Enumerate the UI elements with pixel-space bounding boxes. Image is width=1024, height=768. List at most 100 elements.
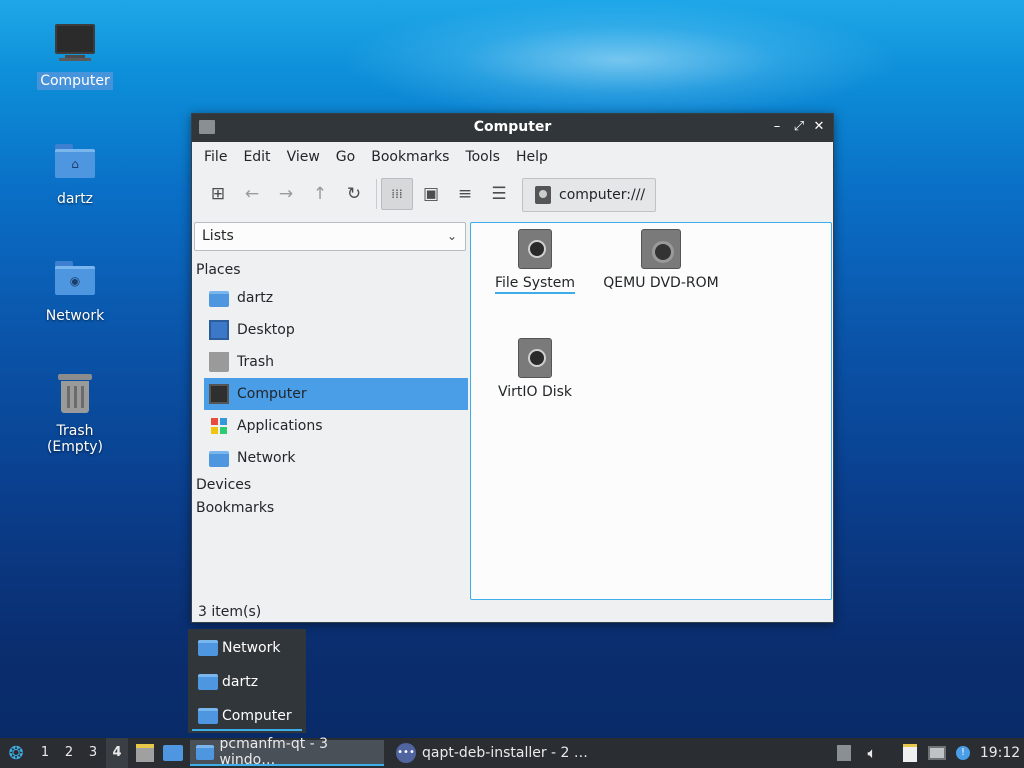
show-desktop-icon xyxy=(163,745,183,761)
menu-edit[interactable]: Edit xyxy=(235,149,278,165)
popup-item-network[interactable]: Network xyxy=(198,637,280,659)
folder-icon xyxy=(198,674,218,690)
sidebar-item-trash[interactable]: Trash xyxy=(204,346,468,378)
forward-button[interactable]: → xyxy=(270,178,302,210)
network-folder-icon: ◉ xyxy=(51,257,99,301)
icon-view-button[interactable]: ⁞⁞⁞ xyxy=(381,178,413,210)
path-text: computer:/// xyxy=(559,187,646,203)
sidebar-item-label: dartz xyxy=(237,290,274,306)
clipboard-button[interactable] xyxy=(900,738,920,768)
section-devices[interactable]: Devices xyxy=(196,477,251,493)
file-item-virtio-disk[interactable]: VirtIO Disk xyxy=(475,338,595,400)
notification-icon: ! xyxy=(956,746,970,760)
notification-button[interactable]: ! xyxy=(952,738,974,768)
new-tab-button[interactable]: ⊞ xyxy=(202,178,234,210)
task-pcmanfm[interactable]: pcmanfm-qt - 3 windo… xyxy=(190,736,384,768)
optical-drive-icon xyxy=(641,229,681,269)
reload-icon: ↻ xyxy=(346,184,362,204)
desktop-switch-4[interactable]: 4 xyxy=(106,738,128,768)
up-button[interactable]: ↑ xyxy=(304,178,336,210)
maximize-button[interactable]: ⤢ xyxy=(790,118,808,136)
desktop-switch-2[interactable]: 2 xyxy=(58,738,80,768)
menu-bar: File Edit View Go Bookmarks Tools Help xyxy=(192,142,833,172)
home-folder-icon xyxy=(209,291,229,307)
menu-tools[interactable]: Tools xyxy=(457,149,508,165)
active-item-indicator xyxy=(192,729,302,731)
sidebar-item-label: Desktop xyxy=(237,322,295,338)
volume-button[interactable]: 🔈︎ xyxy=(862,738,882,768)
sidebar-item-network[interactable]: Network xyxy=(204,442,468,474)
desktop-icon-trash[interactable]: Trash (Empty) xyxy=(25,372,125,456)
file-item-qemu-dvd-rom[interactable]: QEMU DVD-ROM xyxy=(601,229,721,291)
menu-file[interactable]: File xyxy=(196,149,235,165)
compact-view-button[interactable]: ≡ xyxy=(449,178,481,210)
start-menu-button[interactable]: ❂ xyxy=(4,738,28,768)
sidebar-item-label: Applications xyxy=(237,418,323,434)
desktop-icon-label: Trash (Empty) xyxy=(46,423,104,455)
quicklaunch-file-manager[interactable] xyxy=(134,738,156,768)
desktop-icon-dartz[interactable]: ⌂ dartz xyxy=(25,140,125,208)
tray-expand-button[interactable] xyxy=(836,738,852,768)
image-icon: ▣ xyxy=(422,184,440,204)
desktop-switch-1[interactable]: 1 xyxy=(34,738,56,768)
file-item-file-system[interactable]: File System xyxy=(475,229,595,294)
sidebar-item-label: Trash xyxy=(237,354,274,370)
menu-help[interactable]: Help xyxy=(508,149,556,165)
menu-bookmarks[interactable]: Bookmarks xyxy=(363,149,457,165)
folder-icon xyxy=(198,640,218,656)
menu-go[interactable]: Go xyxy=(328,149,363,165)
drive-icon xyxy=(535,186,551,204)
desktop-icon xyxy=(209,320,229,340)
sidebar-item-applications[interactable]: Applications xyxy=(204,410,468,442)
window-content: Lists ⌄ Places dartz Desktop Trash Compu… xyxy=(192,222,833,600)
file-cabinet-icon xyxy=(136,744,154,762)
file-view[interactable]: File System QEMU DVD-ROM VirtIO Disk xyxy=(470,222,832,600)
popup-item-dartz[interactable]: dartz xyxy=(198,671,258,693)
desktop-icon-label: Computer xyxy=(37,72,113,90)
home-folder-icon: ⌂ xyxy=(51,140,99,184)
sidebar-item-dartz[interactable]: dartz xyxy=(204,282,468,314)
new-tab-icon: ⊞ xyxy=(210,184,226,204)
path-bar[interactable]: computer:/// xyxy=(522,178,656,212)
sidebar-item-desktop[interactable]: Desktop xyxy=(204,314,468,346)
detailed-list-view-button[interactable]: ☰ xyxy=(483,178,515,210)
close-button[interactable]: ✕ xyxy=(810,118,828,136)
sidebar-item-computer[interactable]: Computer xyxy=(204,378,468,410)
desktop-switch-3[interactable]: 3 xyxy=(82,738,104,768)
reload-button[interactable]: ↻ xyxy=(338,178,370,210)
computer-icon xyxy=(51,22,99,66)
section-bookmarks[interactable]: Bookmarks xyxy=(196,500,274,516)
network-status-button[interactable] xyxy=(926,738,948,768)
taskbar: ❂ 1 2 3 4 pcmanfm-qt - 3 windo… ••• qapt… xyxy=(0,736,1024,768)
clock[interactable]: 19:12 xyxy=(980,738,1020,768)
desktop-icon-label: Network xyxy=(45,308,105,324)
forward-arrow-icon: → xyxy=(278,184,294,204)
side-pane: Lists ⌄ Places dartz Desktop Trash Compu… xyxy=(192,222,468,600)
window-title: Computer xyxy=(473,119,552,135)
drive-icon xyxy=(518,229,552,269)
side-pane-mode-value: Lists xyxy=(202,228,234,244)
thumbnail-view-button[interactable]: ▣ xyxy=(415,178,447,210)
installer-icon: ••• xyxy=(396,743,416,763)
desktop-icon-network[interactable]: ◉ Network xyxy=(25,257,125,325)
popup-item-computer[interactable]: Computer xyxy=(198,705,292,727)
compact-list-icon: ≡ xyxy=(457,184,473,204)
toolbar-separator xyxy=(376,179,377,209)
back-arrow-icon: ← xyxy=(244,184,260,204)
file-item-label: QEMU DVD-ROM xyxy=(603,275,719,291)
minimize-button[interactable]: – xyxy=(768,118,786,136)
task-label: pcmanfm-qt - 3 windo… xyxy=(219,736,329,768)
grid-icon: ⁞⁞⁞ xyxy=(391,187,403,201)
drive-icon xyxy=(518,338,552,378)
side-pane-mode-select[interactable]: Lists ⌄ xyxy=(194,222,466,251)
show-desktop-button[interactable] xyxy=(162,738,184,768)
menu-view[interactable]: View xyxy=(279,149,328,165)
trash-icon xyxy=(209,352,229,372)
window-titlebar[interactable]: Computer – ⤢ ✕ xyxy=(192,114,833,142)
desktop-icon-computer[interactable]: Computer xyxy=(25,22,125,90)
section-places[interactable]: Places xyxy=(196,262,241,278)
task-label: qapt-deb-installer - 2 … xyxy=(422,745,588,761)
back-button[interactable]: ← xyxy=(236,178,268,210)
task-qapt-deb-installer[interactable]: ••• qapt-deb-installer - 2 … xyxy=(390,740,590,766)
file-manager-window: Computer – ⤢ ✕ File Edit View Go Bookmar… xyxy=(191,113,834,623)
